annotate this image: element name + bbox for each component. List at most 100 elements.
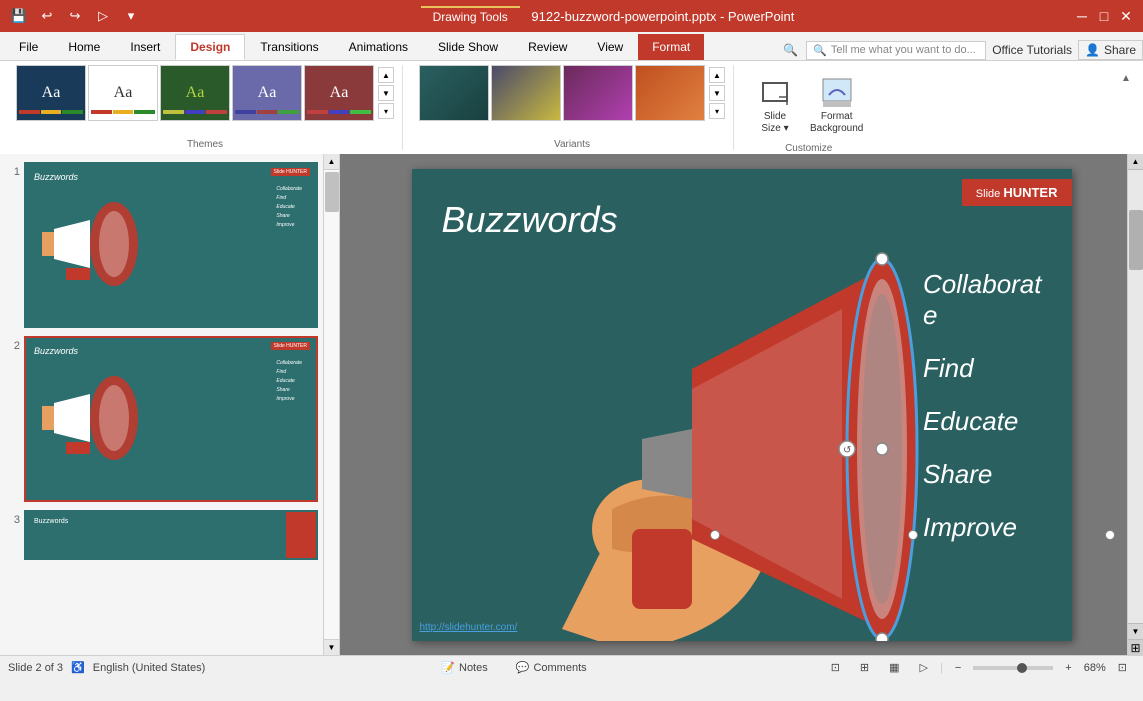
fit-slide-button[interactable]: ⊡ [1110, 657, 1135, 679]
tell-me-text: Tell me what you want to do... [831, 44, 976, 56]
tab-slideshow[interactable]: Slide Show [423, 34, 513, 60]
view-reading-button[interactable]: ▦ [881, 657, 907, 679]
tab-file[interactable]: File [4, 34, 53, 60]
variants-down[interactable]: ▼ [709, 85, 725, 101]
search-icon: 🔍 [813, 44, 827, 57]
themes-expand[interactable]: ▾ [378, 103, 394, 119]
tell-me-input[interactable]: 🔍 Tell me what you want to do... [806, 41, 986, 60]
canvas-scroll-thumb[interactable] [1129, 210, 1143, 270]
minimize-button[interactable]: ─ [1073, 7, 1091, 25]
variant-2[interactable] [491, 65, 561, 121]
themes-label: Themes [187, 135, 223, 150]
comments-button[interactable]: 💬 Comments [508, 657, 595, 679]
help-icon[interactable]: 🔍 [775, 41, 806, 59]
redo-icon[interactable]: ↪ [64, 5, 86, 27]
accessibility-icon: ♿ [71, 661, 85, 674]
themes-scroll: ▲ ▼ ▾ [378, 67, 394, 119]
slide-size-icon [759, 77, 791, 109]
buzzword-share: Share [923, 459, 1042, 490]
slide-3-thumbnail[interactable]: Buzzwords [24, 510, 318, 560]
variant-1[interactable] [419, 65, 489, 121]
slide-thumb-2[interactable]: 2 Buzzwords Slide HUNTER Collaborate Fin… [4, 336, 335, 502]
corner-resize: ⊞ [1128, 639, 1143, 655]
slide-thumb-1[interactable]: 1 Buzzwords Slide HUNTER Collaborate Fin… [4, 162, 335, 328]
theme-item-3[interactable]: Aa [160, 65, 230, 121]
tab-animations[interactable]: Animations [334, 34, 423, 60]
slide-1-thumbnail[interactable]: Buzzwords Slide HUNTER Collaborate Find … [24, 162, 318, 328]
variants-up[interactable]: ▲ [709, 67, 725, 83]
slide-number-1: 1 [4, 166, 20, 178]
format-background-button[interactable]: FormatBackground [806, 73, 867, 139]
customize-icon[interactable]: ▾ [120, 5, 142, 27]
slide-size-label: SlideSize ▾ [761, 111, 788, 135]
comments-label: Comments [533, 662, 586, 674]
logo-hunter-text: HUNTER [1003, 185, 1057, 200]
tab-insert[interactable]: Insert [115, 34, 175, 60]
slide-panel-scrollbar: ▲ ▼ [323, 154, 339, 655]
slide-thumb-3[interactable]: 3 Buzzwords [4, 510, 335, 560]
handle-bottom-center[interactable] [908, 530, 918, 540]
zoom-level: 68% [1084, 662, 1106, 674]
theme-item-5[interactable]: Aa [304, 65, 374, 121]
zoom-thumb[interactable] [1017, 663, 1027, 673]
ribbon-content: Aa Aa Aa [0, 60, 1143, 154]
notes-icon: 📝 [441, 661, 455, 674]
handle-bottom-left[interactable] [710, 530, 720, 540]
zoom-slider[interactable] [973, 666, 1053, 670]
themes-down[interactable]: ▼ [378, 85, 394, 101]
variants-scroll: ▲ ▼ ▾ [709, 67, 725, 119]
canvas-scroll-up[interactable]: ▲ [1128, 154, 1143, 170]
themes-up[interactable]: ▲ [378, 67, 394, 83]
canvas-scroll-down[interactable]: ▼ [1128, 623, 1143, 639]
slide-2-thumbnail[interactable]: Buzzwords Slide HUNTER Collaborate Find … [24, 336, 318, 502]
top-right-area: 🔍 🔍 Tell me what you want to do... Offic… [775, 40, 1143, 60]
scroll-down-button[interactable]: ▼ [324, 639, 339, 655]
tab-home[interactable]: Home [53, 34, 115, 60]
canvas-area: ▲ ▼ ⊞ Buzzwords Slide HUNTER [340, 154, 1143, 655]
variant-4[interactable] [635, 65, 705, 121]
titlebar-left: 💾 ↩ ↪ ▷ ▾ [8, 5, 142, 27]
canvas-scrollbar: ▲ ▼ ⊞ [1127, 154, 1143, 655]
scroll-up-button[interactable]: ▲ [324, 154, 339, 170]
undo-icon[interactable]: ↩ [36, 5, 58, 27]
scroll-thumb[interactable] [325, 172, 339, 212]
tab-view[interactable]: View [582, 34, 638, 60]
maximize-button[interactable]: □ [1095, 7, 1113, 25]
theme-item-4[interactable]: Aa [232, 65, 302, 121]
view-sorter-button[interactable]: ⊞ [852, 657, 877, 679]
notes-button[interactable]: 📝 Notes [433, 657, 495, 679]
view-normal-button[interactable]: ⊡ [823, 657, 848, 679]
filename: 9122-buzzword-powerpoint.pptx - PowerPoi… [531, 9, 794, 24]
view-slideshow-button[interactable]: ▷ [912, 657, 936, 679]
customize-buttons: SlideSize ▾ FormatBackground [750, 65, 867, 139]
statusbar-center: 📝 Notes 💬 Comments [433, 657, 594, 679]
bottom-handles-row [710, 530, 1115, 540]
ribbon-collapse-button[interactable]: ▲ [1117, 69, 1135, 87]
handle-bottom-right[interactable] [1105, 530, 1115, 540]
close-button[interactable]: ✕ [1117, 7, 1135, 25]
slide-size-button[interactable]: SlideSize ▾ [750, 73, 800, 139]
share-icon: 👤 [1085, 43, 1100, 57]
tab-review[interactable]: Review [513, 34, 582, 60]
tab-format[interactable]: Format [638, 34, 704, 60]
customize-label: Customize [785, 139, 832, 154]
zoom-in-button[interactable]: + [1057, 657, 1079, 679]
tab-transitions[interactable]: Transitions [245, 34, 333, 60]
slide-title: Buzzwords [442, 199, 618, 241]
variant-3[interactable] [563, 65, 633, 121]
office-tutorials-button[interactable]: Office Tutorials [986, 41, 1078, 59]
variants-grid: ▲ ▼ ▾ [419, 65, 725, 121]
theme-item-2[interactable]: Aa [88, 65, 158, 121]
slide-link[interactable]: http://slidehunter.com/ [420, 622, 518, 633]
tab-design[interactable]: Design [175, 34, 245, 60]
save-icon[interactable]: 💾 [8, 5, 30, 27]
zoom-out-button[interactable]: − [947, 657, 969, 679]
present-icon[interactable]: ▷ [92, 5, 114, 27]
slide-logo: Slide HUNTER [962, 179, 1072, 206]
variants-expand[interactable]: ▾ [709, 103, 725, 119]
logo-slide-text: Slide [976, 188, 1004, 200]
slide-number-3: 3 [4, 514, 20, 526]
theme-item-1[interactable]: Aa [16, 65, 86, 121]
canvas-scroll-track [1128, 170, 1143, 623]
share-button[interactable]: 👤 Share [1078, 40, 1143, 60]
